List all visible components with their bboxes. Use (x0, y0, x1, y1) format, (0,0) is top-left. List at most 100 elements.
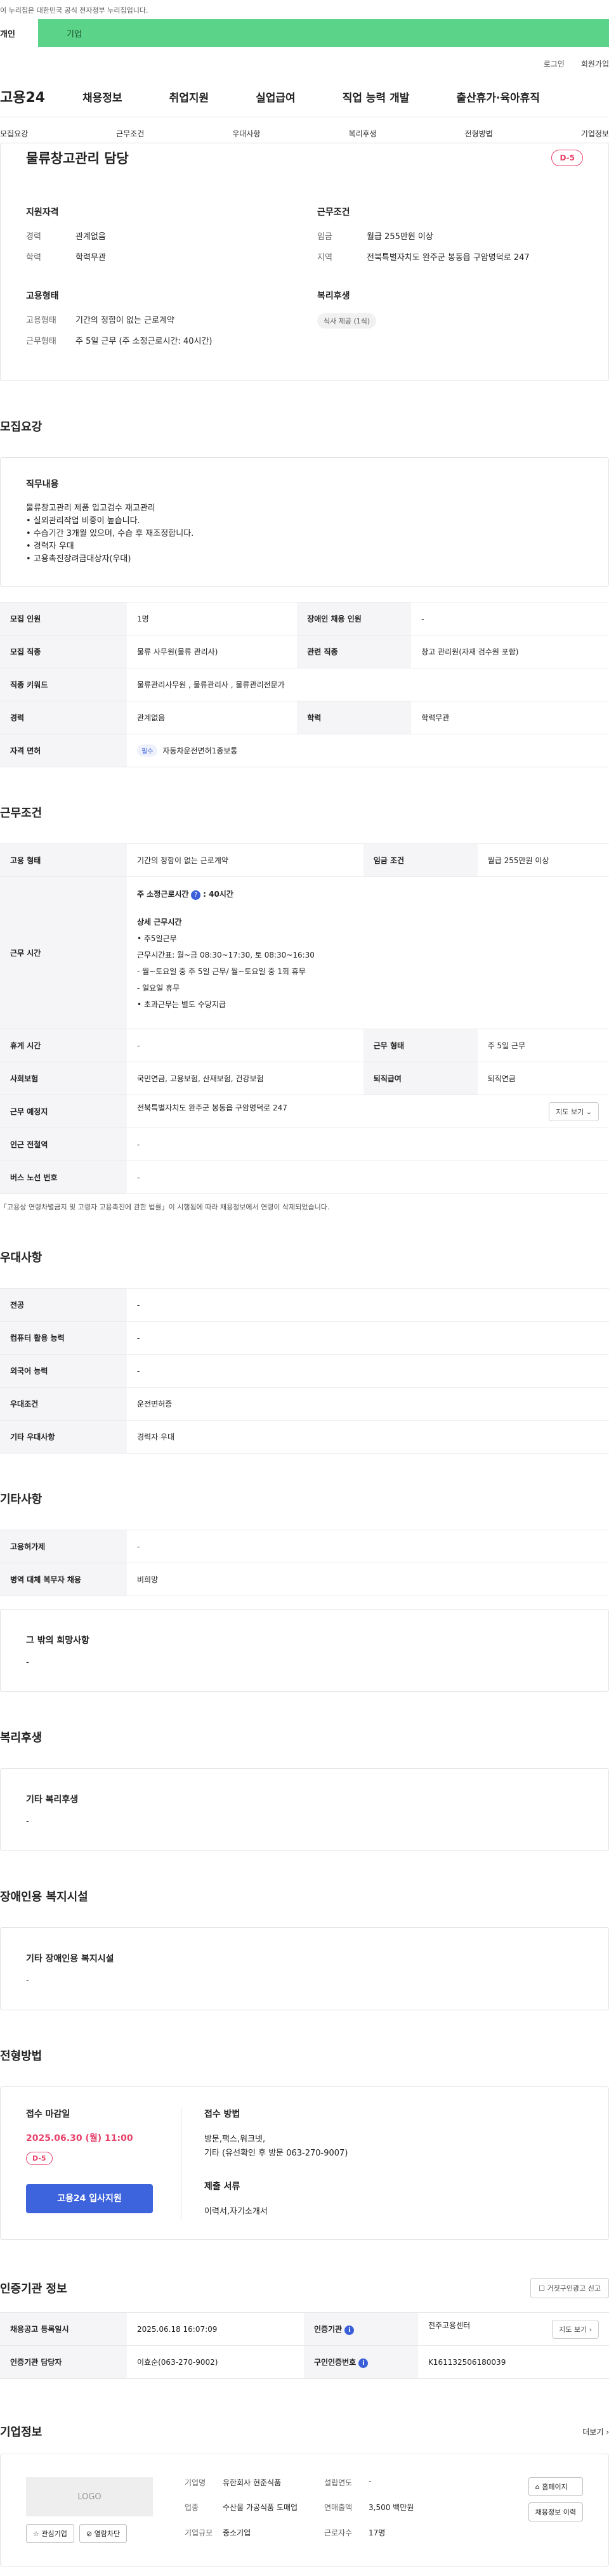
row-label: 직종 키워드 (0, 668, 127, 701)
table-row: 채용공고 등록일시 2025.06.18 16:07:09 인증기관 i 전주고용센터… (0, 2312, 609, 2346)
table-row: 외국어 능력 - (0, 1354, 609, 1388)
desc-line: • 수습기간 3개월 있으며, 수습 후 재조정합니다. (26, 529, 194, 538)
kv-value: 수산물 가공식품 도매업 (223, 2503, 298, 2513)
row-label: 근무 예정지 (0, 1095, 127, 1128)
row-label: 기타 우대사항 (0, 1420, 127, 1454)
info-icon[interactable]: i (344, 2325, 355, 2335)
report-label: 거짓구인광고 신고 (547, 2284, 601, 2293)
table-row: 근무 예정지 전북특별자치도 완주군 봉동읍 구암명덕로 247 지도 보기 ⌄ (0, 1095, 609, 1128)
deadline-value: 2025.06.30 (월) 11:00 (26, 2133, 133, 2143)
docs-heading: 제출 서류 (204, 2182, 240, 2192)
benefit-box: 기타 복리후생 - (0, 1768, 609, 1851)
kv-label: 기업명 (185, 2478, 206, 2487)
row-label: 사회보험 (0, 1062, 127, 1095)
desc-line: 물류창고관리 제품 입고검수 재고관리 (26, 504, 155, 513)
info-icon[interactable]: i (358, 2358, 369, 2368)
star-icon: ☆ (33, 2530, 39, 2538)
table-row: 직종 키워드 물류관리사무원 , 물류관리사 , 물류관리전문가 (0, 668, 609, 701)
login-link[interactable]: 로그인 (544, 58, 565, 76)
tab-apply[interactable]: 전형방법 (465, 128, 493, 143)
tab-company[interactable]: 기업 (38, 19, 609, 47)
info-icon[interactable]: ? (191, 890, 201, 900)
required-tag: 필수 (137, 745, 158, 757)
section-title-apply: 전형방법 (0, 2050, 43, 2063)
section-title-pref: 우대사항 (0, 1251, 43, 1265)
row-label: 고용허가제 (0, 1530, 127, 1563)
more-link[interactable]: 더보기 › (582, 2426, 609, 2437)
nav-item-leave[interactable]: 출산휴가·육아휴직 (456, 89, 540, 105)
desc-heading: 직무내용 (26, 479, 59, 490)
row-value: 비희망 (127, 1563, 609, 1596)
emp-heading: 고용형태 (26, 291, 59, 301)
fav-company-button[interactable]: ☆ 관심기업 (26, 2524, 74, 2543)
desc-line: • 고용촉진장려금대상자(우대) (26, 554, 131, 564)
map-view-button[interactable]: 지도 보기 › (552, 2319, 599, 2339)
method-heading: 접수 방법 (204, 2109, 240, 2119)
tab-benefit[interactable]: 복리후생 (348, 128, 376, 143)
section-title-disability: 장애인용 복지시설 (0, 1890, 88, 1904)
row-value: 물류관리사무원 , 물류관리사 , 물류관리전문가 (127, 668, 609, 701)
gov-notice: 이 누리집은 대한민국 공식 전자정부 누리집입니다. (0, 6, 148, 15)
table-row: 인증기관 담당자 이효순(063-270-9002) 구인인증번호 i K161132… (0, 2345, 609, 2379)
row-value: 전북특별자치도 완주군 봉동읍 구암명덕로 247 (137, 1103, 287, 1112)
map-btn-label: 지도 보기 (559, 2325, 587, 2334)
report-button[interactable]: ☐ 거짓구인광고 신고 (530, 2278, 609, 2298)
row-label: 고용 형태 (0, 843, 127, 877)
table-row: 고용허가제 - (0, 1530, 609, 1563)
kv-label: 학력 (26, 253, 41, 263)
homepage-button[interactable]: ⌂ 홈페이지 (528, 2477, 583, 2496)
tab-pref[interactable]: 우대사항 (232, 128, 260, 143)
tab-personal[interactable]: 개인 (0, 19, 38, 47)
home-label: 홈페이지 (542, 2483, 568, 2491)
nav-item-jobs[interactable]: 채용정보 (82, 89, 122, 105)
kv-label: 지역 (317, 253, 332, 263)
block-button[interactable]: ⊘ 열람차단 (79, 2524, 128, 2543)
detail-line: - 일요일 휴무 (137, 984, 180, 992)
table-row: 근무 시간 주 소정근로시간 ? : 40시간 상세 근무시간 • 주5일근무 … (0, 876, 609, 1029)
row-label: 전공 (0, 1288, 127, 1322)
nav-item-training[interactable]: 직업 능력 개발 (343, 89, 410, 105)
chevron-down-icon: ⌄ (586, 1107, 592, 1116)
kv-label: 연매출액 (324, 2503, 353, 2513)
apply-button[interactable]: 고용24 입사지원 (26, 2184, 153, 2213)
map-btn-label: 지도 보기 (556, 1107, 584, 1116)
row-value: 자동차운전면허1종보통 (162, 746, 238, 755)
job-description: 직무내용 물류창고관리 제품 입고검수 재고관리 • 실외관리작업 비중이 높습… (0, 457, 609, 587)
row-label: 관련 직종 (297, 635, 412, 668)
join-link[interactable]: 회원가입 (581, 58, 609, 76)
kv-label: 경력 (26, 232, 41, 242)
detail-line: • 초과근무는 별도 수당지급 (137, 1000, 226, 1009)
wish-heading: 그 밖의 희망사항 (26, 1636, 89, 1646)
kv-value: 주 5일 근무 (주 소정근로시간: 40시간) (75, 337, 213, 346)
row-value: 학력무관 (411, 701, 609, 734)
tab-work[interactable]: 근무조건 (116, 128, 144, 143)
docs-value: 이력서,자기소개서 (204, 2207, 268, 2216)
detail-line: - 월~토요일 중 주 5일 근무/ 월~토요일 중 1회 휴무 (137, 967, 306, 976)
row-label: 모집 인원 (0, 602, 127, 635)
nav-item-support[interactable]: 취업지원 (169, 89, 209, 105)
chevron-right-icon: › (606, 2427, 609, 2436)
work-table: 고용 형태 기간의 정함이 없는 근로계약 임금 조건 월급 255만원 이상 근무 … (0, 843, 609, 1194)
tab-company[interactable]: 기업정보 (581, 128, 609, 143)
row-label: 근무 형태 (363, 1029, 478, 1062)
map-view-button[interactable]: 지도 보기 ⌄ (549, 1102, 599, 1121)
block-icon: ⊘ (86, 2530, 93, 2538)
nav-item-unemployment[interactable]: 실업급여 (256, 89, 296, 105)
benefit-value: - (26, 1817, 29, 1826)
row-label: 근무 시간 (0, 876, 127, 1029)
row-label: 컴퓨터 활용 능력 (0, 1321, 127, 1355)
kv-value: 유한회사 현준식품 (223, 2478, 282, 2487)
row-value: 물류 사무원(물류 관리사) (127, 635, 298, 668)
section-title-etc: 기타사항 (0, 1493, 43, 1506)
row-label: 병역 대체 복무자 채용 (0, 1563, 127, 1596)
section-title-company: 기업정보 (0, 2426, 43, 2439)
site-logo[interactable]: 고용24 (0, 86, 82, 107)
row-value: 기간의 정함이 없는 근로계약 (127, 843, 363, 877)
tab-recruit[interactable]: 모집요강 (0, 128, 28, 143)
company-logo: LOGO (26, 2477, 153, 2516)
section-title-benefit: 복리후생 (0, 1731, 43, 1745)
benefit-heading: 기타 복리후생 (26, 1795, 79, 1805)
job-history-button[interactable]: 채용정보 이력 (528, 2502, 583, 2521)
method-line: 방문,팩스,워크넷, (204, 2135, 266, 2144)
row-label: 모집 직종 (0, 635, 127, 668)
